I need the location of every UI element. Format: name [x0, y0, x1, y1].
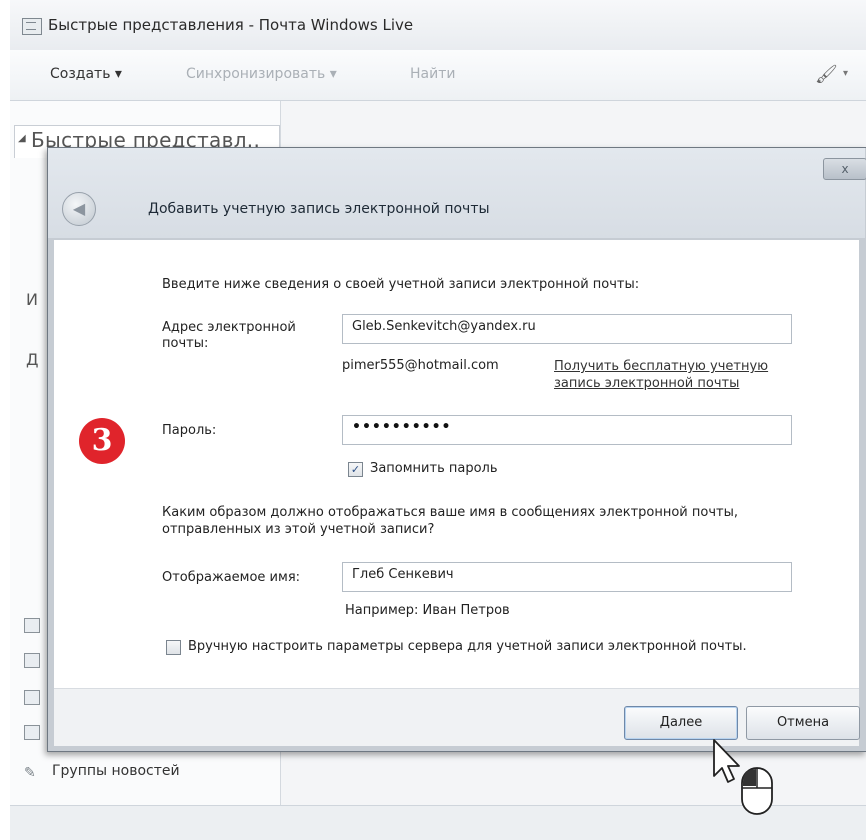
next-button[interactable]: Далее [624, 706, 738, 740]
close-button[interactable]: x [823, 158, 866, 180]
email-label: Адрес электронной почты: [162, 320, 296, 351]
step-number-badge: 3 [79, 418, 125, 464]
mail-nav-icon[interactable] [24, 618, 40, 633]
dialog-header [48, 148, 865, 238]
newsgroups-icon: ✎ [24, 765, 36, 781]
feeds-nav-icon[interactable] [24, 725, 40, 740]
create-button[interactable]: Создать ▾ [50, 66, 122, 82]
intro-text: Введите ниже сведения о своей учетной за… [162, 277, 640, 292]
mail-app-icon [22, 18, 42, 35]
display-name-label: Отображаемое имя: [162, 570, 301, 585]
newsgroups-item[interactable]: Группы новостей [52, 763, 180, 779]
find-button[interactable]: Найти [410, 66, 455, 82]
display-name-question: Каким образом должно отображаться ваше и… [162, 505, 738, 537]
display-name-input-value[interactable]: Глеб Сенкевич [352, 567, 454, 582]
pane-text-fragment: И [26, 290, 38, 309]
password-label: Пароль: [162, 423, 217, 438]
chevron-down-icon[interactable]: ▾ [843, 68, 848, 79]
free-account-link[interactable]: Получить бесплатную учетную запись элект… [554, 358, 790, 392]
remember-password-checkbox[interactable]: ✓ [348, 462, 363, 477]
manual-server-label[interactable]: Вручную настроить параметры сервера для … [188, 639, 747, 654]
email-input-value[interactable]: Gleb.Senkevitch@yandex.ru [352, 319, 536, 334]
display-name-example: Например: Иван Петров [345, 603, 510, 618]
window-title: Быстрые представления - Почта Windows Li… [48, 16, 414, 34]
collapse-arrow-icon[interactable]: ◢ [18, 133, 26, 144]
pane-text-fragment: Д [26, 350, 39, 369]
back-button[interactable]: ◀ [62, 192, 96, 226]
sync-button[interactable]: Синхронизировать ▾ [186, 66, 337, 82]
mouse-cursor-icon [700, 738, 790, 822]
remember-password-label[interactable]: Запомнить пароль [370, 461, 498, 476]
password-input-value[interactable]: •••••••••• [352, 419, 451, 435]
brush-icon[interactable]: 🖌 [815, 64, 838, 85]
contacts-nav-icon[interactable] [24, 690, 40, 705]
manual-server-checkbox[interactable] [166, 640, 181, 655]
cancel-button[interactable]: Отмена [746, 706, 860, 740]
calendar-nav-icon[interactable] [24, 653, 40, 668]
email-example: pimer555@hotmail.com [342, 358, 499, 373]
dialog-title: Добавить учетную запись электронной почт… [148, 201, 490, 217]
